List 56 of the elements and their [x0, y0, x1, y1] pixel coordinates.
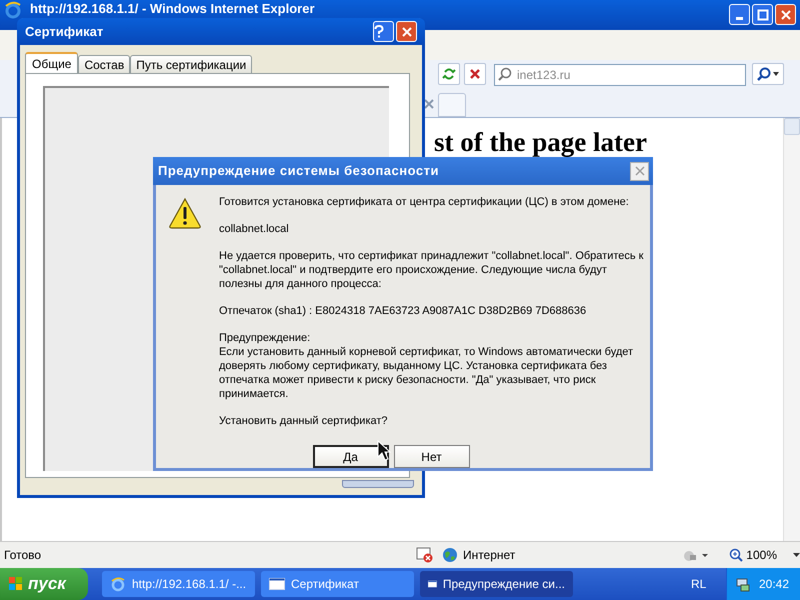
network-icon: [735, 576, 751, 592]
language-indicator: RL: [691, 576, 706, 593]
message-text: Готовится установка сертификата от центра сертификации (ЦС) в этом домене:: [219, 195, 630, 209]
browser-icon: [4, 1, 22, 19]
zone-text: Интернет: [462, 547, 516, 564]
close-button[interactable]: [630, 162, 649, 180]
blocked-icon: [416, 547, 434, 563]
flag-icon: [8, 576, 24, 592]
search-button[interactable]: [752, 63, 784, 85]
caret-icon: [773, 72, 779, 76]
close-icon: [422, 97, 436, 111]
search-field[interactable]: inet123.ru: [494, 64, 746, 86]
taskbar-button[interactable]: http://192.168.1.1/ -...: [102, 571, 255, 597]
close-icon: [400, 26, 412, 38]
help-button[interactable]: [373, 21, 394, 42]
maximize-button[interactable]: [752, 4, 773, 25]
window-title: Предупреждение системы безопасности: [158, 162, 439, 180]
globe-icon: [442, 547, 458, 563]
window-icon: [269, 576, 285, 592]
warning-icon: [168, 197, 202, 229]
browser-icon: [110, 576, 126, 592]
message-text: Установить данный сертификат?: [219, 414, 389, 428]
message-text: Предупреждение:: [219, 331, 312, 345]
help-icon: [374, 25, 384, 38]
refresh-icon: [442, 67, 456, 81]
tab[interactable]: Путь сертификации: [130, 55, 252, 73]
taskbar-button[interactable]: Предупреждение си...: [420, 571, 573, 597]
status-text: Готово: [3, 547, 42, 564]
minimize-button[interactable]: [729, 4, 750, 25]
close-icon: [634, 166, 644, 176]
message-text: Отпечаток (sha1) : E8024318 7AE63723 A9087A1C D38D2B69 7D688636: [219, 304, 588, 318]
clock: 20:42: [759, 576, 790, 593]
dialog-button[interactable]: Нет: [394, 445, 470, 468]
dialog-button[interactable]: [342, 480, 414, 488]
maximize-icon: [756, 8, 768, 20]
taskbar-button[interactable]: Сертификат: [261, 571, 414, 597]
tab[interactable]: Общие: [25, 52, 78, 73]
stop-button[interactable]: [464, 63, 486, 85]
minimize-icon: [736, 16, 743, 20]
search-icon: [498, 67, 512, 81]
zoom-level: 100%: [746, 547, 777, 564]
zoom-icon: [729, 548, 744, 562]
tab[interactable]: Состав: [78, 55, 130, 73]
caret-icon: [793, 553, 800, 557]
message-text: Не удается проверить, что сертификат принадлежит "collabnet.local". Обратитесь к "collabnet.local" и подтвердите его происхождение. Следующие числа будут полезны для данного процесса:: [219, 249, 644, 291]
window-title: Сертификат: [25, 22, 104, 41]
search-icon: [757, 67, 771, 81]
window-title: http://192.168.1.1/ - Windows Internet Explorer: [30, 1, 315, 17]
message-text: Если установить данный корневой сертификат, то Windows автоматически будет доверять любому сертификату, выданному ЦС. Установка сертификата без отпечатка может привести к риску безопасности. "Да" указывает, что риск принимается.: [219, 345, 634, 401]
cursor-icon: [377, 440, 391, 462]
close-icon: [780, 8, 792, 20]
stop-icon: [469, 68, 481, 80]
message-text: collabnet.local: [219, 222, 290, 236]
page-heading: st of the page later: [434, 128, 648, 156]
refresh-button[interactable]: [438, 63, 460, 85]
dialog-button[interactable]: Да: [312, 445, 388, 468]
